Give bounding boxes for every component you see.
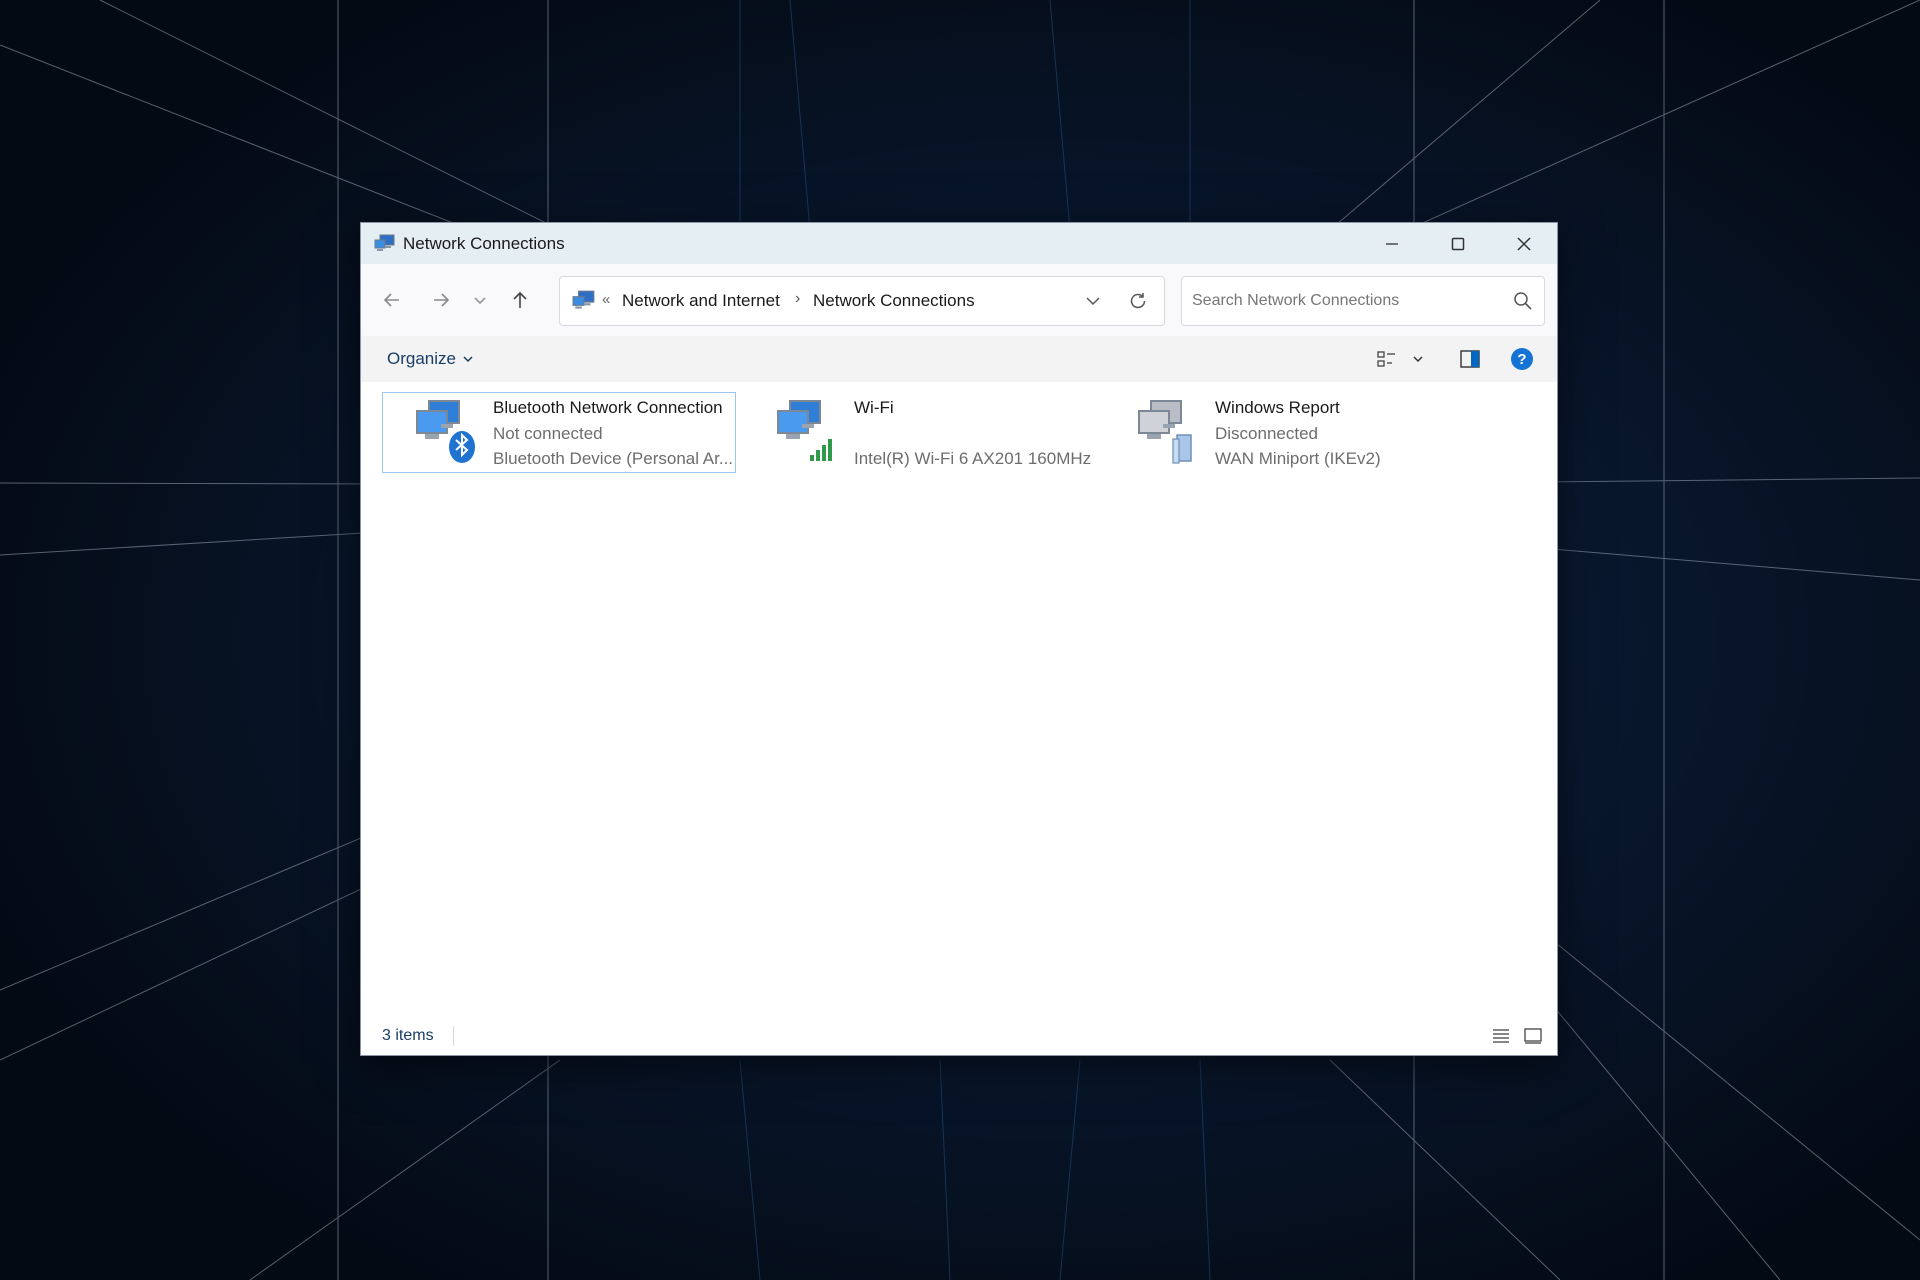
maximize-icon	[1451, 237, 1465, 250]
search-icon[interactable]	[1512, 290, 1534, 312]
breadcrumb-separator[interactable]: ›	[795, 290, 800, 308]
preview-pane-icon	[1460, 350, 1480, 368]
bluetooth-network-icon	[411, 397, 477, 467]
wifi-network-icon	[772, 397, 838, 467]
refresh-icon	[1130, 293, 1146, 309]
preview-pane-button[interactable]	[1455, 345, 1485, 373]
chevron-down-icon	[463, 356, 473, 363]
address-bar[interactable]: « Network and Internet › Network Connect…	[559, 276, 1165, 326]
refresh-button[interactable]	[1127, 290, 1149, 312]
maximize-button[interactable]	[1425, 223, 1491, 264]
minimize-button[interactable]	[1359, 223, 1425, 264]
connection-device: Bluetooth Device (Personal Ar...	[493, 449, 734, 468]
breadcrumb-network-and-internet[interactable]: Network and Internet	[622, 291, 780, 311]
search-box[interactable]	[1181, 276, 1545, 326]
navigation-bar: « Network and Internet › Network Connect…	[361, 264, 1557, 336]
chevron-down-icon	[1413, 356, 1423, 363]
title-bar[interactable]: Network Connections	[361, 223, 1557, 264]
change-view-button[interactable]	[1372, 345, 1402, 373]
vpn-network-icon	[1133, 397, 1199, 467]
recent-locations-button[interactable]	[468, 282, 492, 318]
network-connections-window: Network Connections « Network and Intern…	[360, 222, 1558, 1056]
window-title: Network Connections	[403, 233, 565, 253]
item-count: 3 items	[382, 1027, 434, 1044]
details-view-button[interactable]	[1489, 1025, 1513, 1047]
search-input[interactable]	[1182, 277, 1502, 325]
status-divider	[453, 1026, 454, 1046]
view-options-icon	[1377, 351, 1395, 367]
connection-name: Bluetooth Network Connection	[493, 398, 723, 417]
connection-wifi[interactable]: Wi-Fi Intel(R) Wi-Fi 6 AX201 160MHz	[743, 392, 1097, 473]
forward-button[interactable]	[423, 282, 459, 318]
chevron-down-icon	[474, 297, 486, 305]
command-bar: Organize ?	[361, 336, 1557, 383]
network-connections-icon	[374, 234, 396, 254]
network-connections-icon	[572, 290, 596, 312]
connection-name: Windows Report	[1215, 398, 1340, 417]
connection-bluetooth-network[interactable]: Bluetooth Network Connection Not connect…	[382, 392, 736, 473]
chevron-down-icon	[1086, 297, 1100, 306]
back-arrow-icon	[383, 293, 399, 307]
connection-device: WAN Miniport (IKEv2)	[1215, 449, 1381, 468]
up-arrow-icon	[513, 291, 527, 308]
connection-name: Wi-Fi	[854, 398, 894, 417]
status-bar: 3 items	[361, 1017, 1557, 1055]
overflow-crumbs-button[interactable]: «	[602, 291, 610, 308]
connection-device: Intel(R) Wi-Fi 6 AX201 160MHz	[854, 449, 1092, 468]
minimize-icon	[1386, 242, 1398, 245]
organize-label: Organize	[387, 349, 456, 368]
up-button[interactable]	[502, 282, 538, 318]
file-list[interactable]: Bluetooth Network Connection Not connect…	[361, 382, 1557, 1017]
connection-status: Not connected	[493, 424, 603, 443]
help-icon: ?	[1511, 348, 1533, 370]
more-view-options-button[interactable]	[1407, 345, 1429, 373]
svg-text:?: ?	[1517, 351, 1526, 368]
connection-windows-report[interactable]: Windows Report Disconnected WAN Miniport…	[1104, 392, 1458, 473]
connection-status: Disconnected	[1215, 424, 1319, 443]
organize-button[interactable]: Organize	[387, 349, 474, 369]
details-view-icon	[1493, 1029, 1509, 1043]
forward-arrow-icon	[434, 293, 450, 307]
help-button[interactable]: ?	[1507, 345, 1537, 373]
address-history-button[interactable]	[1082, 290, 1104, 312]
close-button[interactable]	[1491, 223, 1557, 264]
large-icons-view-button[interactable]	[1521, 1025, 1545, 1047]
large-icons-view-icon	[1524, 1028, 1542, 1044]
close-icon	[1517, 236, 1531, 251]
breadcrumb-network-connections[interactable]: Network Connections	[813, 291, 975, 311]
back-button[interactable]	[374, 282, 410, 318]
